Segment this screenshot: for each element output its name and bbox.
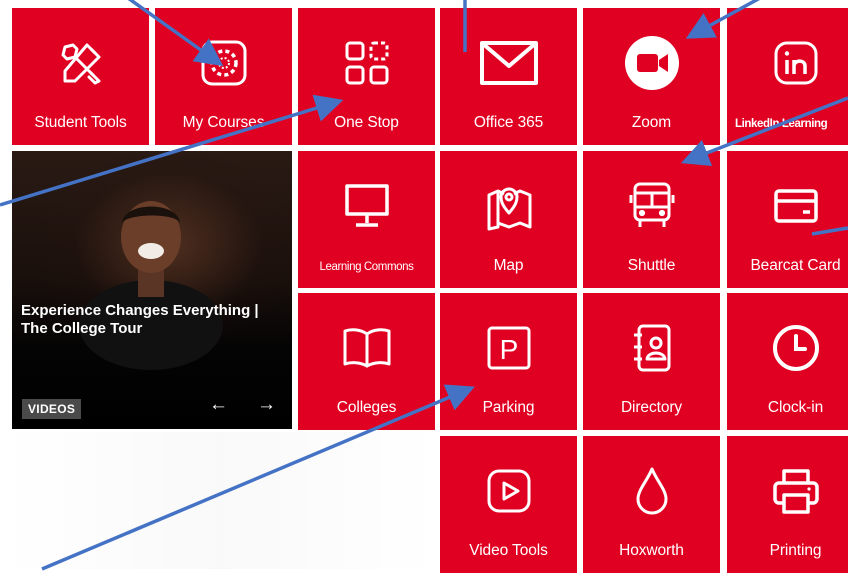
tile-label: Office 365 (473, 114, 544, 131)
tile-label: Hoxworth (619, 542, 684, 559)
play-icon (440, 458, 577, 524)
tile-shuttle[interactable]: Shuttle (583, 151, 720, 288)
grid-icon (298, 30, 435, 96)
map-pin-icon (440, 173, 577, 239)
tile-label: Learning Commons (319, 261, 414, 273)
canvas-icon (155, 30, 292, 96)
tile-label: Clock-in (767, 399, 824, 416)
tile-linkedin-learning[interactable]: LinkedIn Learning (727, 8, 848, 145)
envelope-icon (440, 30, 577, 96)
tile-label: Directory (620, 399, 683, 416)
tile-label: Colleges (336, 399, 397, 416)
tile-student-tools[interactable]: Student Tools (12, 8, 149, 145)
tile-label: Zoom (631, 114, 672, 131)
tile-my-courses[interactable]: My Courses (155, 8, 292, 145)
tile-label: Shuttle (627, 257, 676, 274)
tile-label: Map (493, 257, 524, 274)
tile-printing[interactable]: Printing (727, 436, 848, 573)
tile-label: LinkedIn Learning (735, 118, 828, 130)
tile-directory[interactable]: Directory (583, 293, 720, 430)
tile-office365[interactable]: Office 365 (440, 8, 577, 145)
clock-icon (727, 315, 848, 381)
credit-card-icon (727, 173, 848, 239)
linkedin-icon (727, 30, 848, 96)
blood-drop-icon (583, 458, 720, 524)
tile-label: Bearcat Card (750, 257, 841, 274)
tile-label: One Stop (334, 114, 399, 131)
book-icon (298, 315, 435, 381)
bus-icon (583, 173, 720, 239)
tools-icon (12, 30, 149, 96)
tile-learning-commons[interactable]: Learning Commons (298, 151, 435, 288)
tile-colleges[interactable]: Colleges (298, 293, 435, 430)
prev-arrow-icon[interactable]: ← (209, 394, 228, 416)
contact-book-icon (583, 315, 720, 381)
tile-video-tools[interactable]: Video Tools (440, 436, 577, 573)
printer-icon (727, 458, 848, 524)
tile-map[interactable]: Map (440, 151, 577, 288)
tile-label: Video Tools (469, 542, 548, 559)
tile-zoom[interactable]: Zoom (583, 8, 720, 145)
video-card[interactable]: Experience Changes Everything | The Coll… (12, 151, 292, 429)
video-camera-icon (583, 30, 720, 96)
svg-text:P: P (499, 334, 518, 365)
tile-clock-in[interactable]: Clock-in (727, 293, 848, 430)
parking-icon: P (440, 315, 577, 381)
video-title: Experience Changes Everything | The Coll… (21, 302, 259, 337)
tile-label: Parking (482, 399, 535, 416)
monitor-icon (298, 173, 435, 239)
tile-bearcat-card[interactable]: Bearcat Card (727, 151, 848, 288)
tile-hoxworth[interactable]: Hoxworth (583, 436, 720, 573)
faded-background (0, 432, 440, 569)
tile-label: My Courses (182, 114, 265, 131)
next-arrow-icon[interactable]: → (257, 394, 276, 416)
videos-badge[interactable]: VIDEOS (22, 399, 82, 419)
tile-label: Student Tools (34, 114, 127, 131)
tile-label: Printing (769, 542, 822, 559)
tile-parking[interactable]: P Parking (440, 293, 577, 430)
tile-one-stop[interactable]: One Stop (298, 8, 435, 145)
